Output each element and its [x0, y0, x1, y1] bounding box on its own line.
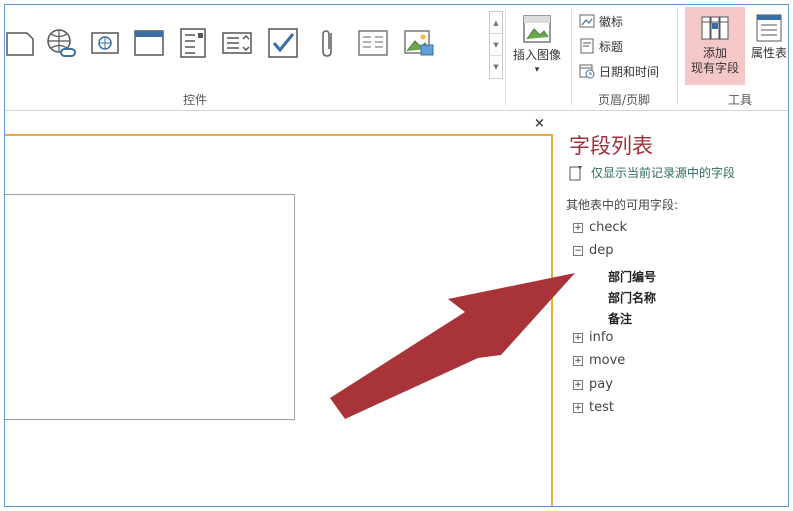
form-top-border — [5, 134, 553, 136]
label-control-icon[interactable] — [5, 27, 37, 59]
form-control-box[interactable] — [5, 194, 295, 420]
logo-button[interactable]: 徽标 — [579, 11, 623, 31]
list-box-icon[interactable] — [221, 27, 253, 59]
property-sheet-icon — [756, 14, 782, 42]
tree-table-move[interactable]: + move — [573, 353, 625, 368]
title-button[interactable]: 标题 — [579, 36, 623, 56]
attachment-icon[interactable] — [313, 27, 345, 59]
expand-icon[interactable]: + — [573, 355, 583, 366]
controls-group-label: 控件 — [182, 93, 207, 107]
date-time-button[interactable]: 日期和时间 — [579, 61, 659, 81]
add-fields-icon — [701, 16, 729, 40]
expand-icon[interactable]: + — [573, 222, 583, 233]
insert-image-icon — [523, 15, 551, 43]
form-right-border — [551, 134, 553, 506]
insert-chart-picture-icon[interactable] — [403, 27, 435, 59]
close-icon[interactable]: × — [534, 116, 545, 131]
expand-icon[interactable]: + — [573, 379, 583, 390]
title-label: 标题 — [599, 39, 624, 54]
collapse-icon[interactable]: − — [573, 245, 583, 256]
tree-table-pay[interactable]: + pay — [573, 377, 613, 392]
ribbon: ▲ ▼ ▼ 控件 插入图像 ▾ 徽标 标题 日期和时间 页眉/页脚 添加 现有字… — [5, 5, 788, 111]
option-group-icon[interactable] — [177, 27, 209, 59]
group-separator — [571, 9, 572, 105]
field-list-title: 字段列表 — [569, 134, 653, 158]
header-footer-group-label: 页眉/页脚 — [597, 93, 651, 107]
gallery-scroll[interactable]: ▲ ▼ ▼ — [489, 11, 503, 79]
table-name: check — [589, 220, 628, 235]
add-existing-fields-label-2: 现有字段 — [690, 61, 739, 75]
table-name: info — [589, 330, 614, 345]
web-browser-control-icon[interactable] — [89, 27, 121, 59]
tree-table-check[interactable]: + check — [573, 220, 627, 235]
app-window: ▲ ▼ ▼ 控件 插入图像 ▾ 徽标 标题 日期和时间 页眉/页脚 添加 现有字… — [4, 4, 789, 507]
table-name: test — [589, 400, 614, 415]
table-name: dep — [589, 243, 614, 258]
image-control-icon[interactable] — [357, 27, 389, 59]
logo-label: 徽标 — [599, 14, 624, 29]
insert-image-button[interactable]: 插入图像 ▾ — [507, 7, 567, 78]
navigation-control-icon[interactable] — [133, 27, 165, 59]
show-only-current-link[interactable]: 仅显示当前记录源中的字段 — [569, 164, 735, 181]
expand-icon[interactable]: + — [573, 402, 583, 413]
gallery-more-icon[interactable]: ▼ — [490, 56, 502, 78]
tree-table-test[interactable]: + test — [573, 400, 614, 415]
tools-group-label: 工具 — [727, 93, 752, 107]
form-design-area: × — [5, 112, 556, 506]
field-item[interactable]: 部门名称 — [608, 289, 656, 306]
group-separator — [677, 9, 678, 105]
field-item[interactable]: 部门编号 — [608, 268, 656, 285]
property-sheet-label: 属性表 — [750, 46, 787, 60]
title-icon — [579, 38, 595, 54]
add-existing-fields-label-1: 添加 — [702, 46, 727, 60]
gallery-scroll-up-icon[interactable]: ▲ — [490, 12, 502, 34]
hyperlink-icon[interactable] — [45, 27, 77, 59]
property-sheet-button[interactable]: 属性表 — [747, 7, 788, 61]
checkbox-control-icon[interactable] — [267, 27, 299, 59]
calendar-clock-icon — [579, 63, 595, 79]
tree-table-info[interactable]: + info — [573, 330, 613, 345]
date-time-label: 日期和时间 — [599, 64, 660, 79]
tree-table-dep[interactable]: − dep — [573, 243, 614, 258]
logo-icon — [579, 13, 595, 29]
table-name: pay — [589, 377, 613, 392]
add-existing-fields-button[interactable]: 添加 现有字段 — [685, 7, 745, 85]
gallery-scroll-down-icon[interactable]: ▼ — [490, 34, 502, 56]
available-fields-label: 其他表中的可用字段: — [566, 198, 679, 212]
expand-icon[interactable]: + — [573, 332, 583, 343]
field-item[interactable]: 备注 — [608, 310, 632, 327]
document-filter-icon — [569, 165, 582, 180]
show-only-current-label: 仅显示当前记录源中的字段 — [591, 166, 736, 180]
insert-image-label: 插入图像 — [512, 48, 561, 62]
table-name: move — [589, 353, 626, 368]
group-separator — [505, 9, 506, 105]
chevron-down-icon: ▾ — [534, 65, 540, 75]
field-list-pane: 字段列表 仅显示当前记录源中的字段 其他表中的可用字段: + check − d… — [556, 112, 788, 506]
